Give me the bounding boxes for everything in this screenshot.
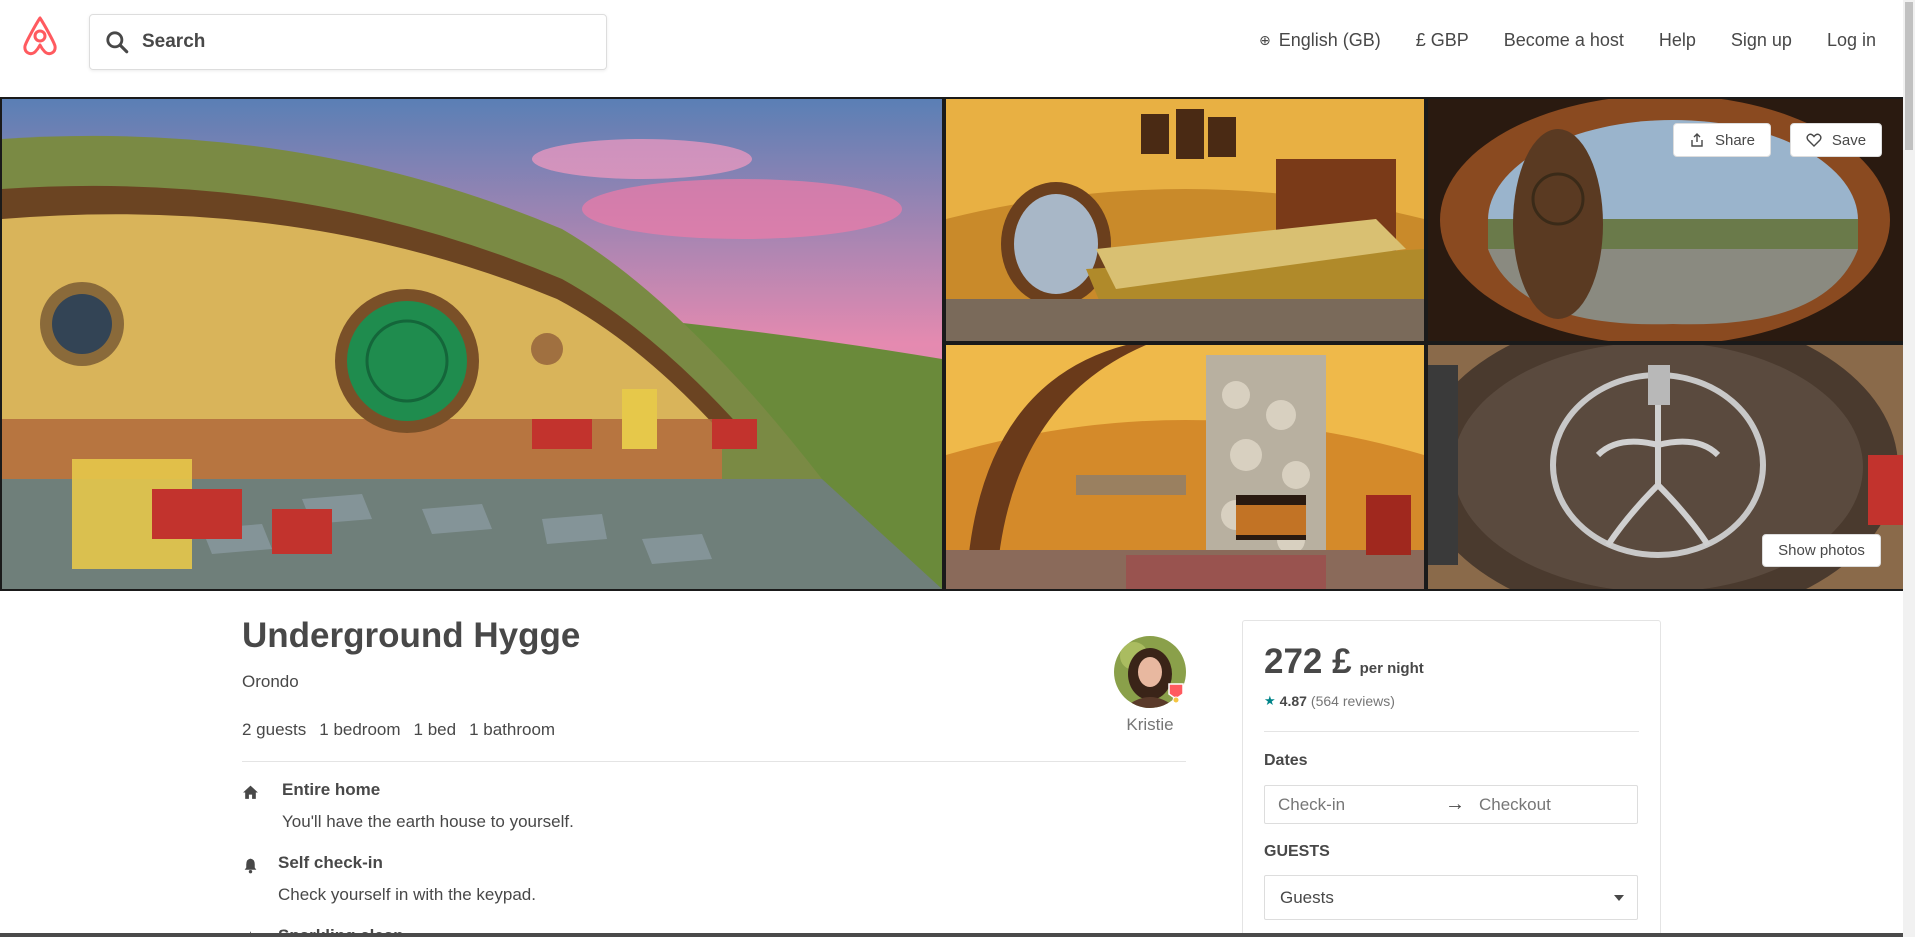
superhost-badge-icon [1165, 681, 1187, 704]
review-count: (564 reviews) [1310, 693, 1395, 709]
feature-description: You'll have the earth house to yourself. [282, 812, 574, 831]
login-link[interactable]: Log in [1827, 30, 1876, 51]
bedroom-photo[interactable] [946, 99, 1424, 341]
search-input[interactable] [142, 31, 582, 53]
price-amount: 272 £ [1264, 642, 1352, 681]
bell-icon [244, 858, 257, 874]
search-icon [106, 31, 129, 54]
guests-label: GUESTS [1264, 843, 1330, 860]
search-bar[interactable] [89, 14, 607, 70]
caret-down-icon [1614, 894, 1624, 901]
save-label: Save [1831, 131, 1867, 149]
window-bottom-edge [0, 933, 1903, 937]
checkout-input[interactable]: Checkout [1475, 795, 1551, 815]
stat-guests: 2 guests [242, 720, 307, 739]
language-label: English (GB) [1278, 30, 1381, 50]
show-photos-button[interactable]: Show photos [1762, 534, 1881, 567]
airbnb-logo-icon[interactable] [20, 16, 60, 56]
become-host-link[interactable]: Become a host [1504, 30, 1624, 51]
header: ⊕ English (GB) £ GBP Become a host Help … [0, 0, 1903, 97]
feature-description: Check yourself in with the keypad. [278, 885, 536, 904]
signup-link[interactable]: Sign up [1731, 30, 1792, 51]
listing-location[interactable]: Orondo [242, 672, 299, 692]
star-icon: ★ [1264, 693, 1276, 708]
dates-label: Dates [1264, 752, 1308, 769]
currency-selector[interactable]: £ GBP [1416, 30, 1469, 51]
share-label: Share [1714, 131, 1756, 149]
host-name[interactable]: Kristie [1110, 715, 1190, 735]
guests-select[interactable]: Guests [1264, 875, 1638, 920]
scrollbar-thumb[interactable] [1905, 2, 1913, 150]
photo-gallery [0, 97, 1903, 591]
heart-icon [1806, 133, 1822, 147]
guests-value: Guests [1280, 887, 1334, 907]
save-button[interactable]: Save [1790, 123, 1882, 157]
share-button[interactable]: Share [1673, 123, 1771, 157]
share-icon [1691, 133, 1703, 147]
stat-bedrooms: 1 bedroom [319, 720, 401, 739]
booking-divider [1264, 731, 1639, 732]
price-block: 272 £ per night [1264, 642, 1424, 682]
feature-title: Entire home [282, 780, 381, 799]
page-scrollbar[interactable] [1903, 0, 1915, 937]
help-link[interactable]: Help [1659, 30, 1696, 51]
rating-score: 4.87 [1279, 693, 1307, 709]
language-selector[interactable]: ⊕ English (GB) [1259, 30, 1381, 51]
stat-beds: 1 bed [413, 720, 457, 739]
section-divider [242, 761, 1186, 762]
listing-title: Underground Hygge [242, 616, 581, 655]
stat-bathrooms: 1 bathroom [469, 720, 556, 739]
booking-card: 272 £ per night ★ 4.87 (564 reviews) Dat… [1242, 620, 1661, 937]
home-icon [243, 785, 258, 799]
listing-stats: 2 guests 1 bedroom 1 bed 1 bathroom [242, 720, 555, 740]
checkin-input[interactable]: Check-in [1265, 795, 1435, 815]
main-photo[interactable] [2, 99, 942, 589]
feature-title: Self check-in [278, 853, 383, 872]
globe-icon: ⊕ [1258, 32, 1271, 48]
top-nav: ⊕ English (GB) £ GBP Become a host Help … [1224, 30, 1876, 51]
rating[interactable]: ★ 4.87 (564 reviews) [1264, 693, 1395, 709]
price-per-night: per night [1359, 660, 1424, 677]
arrow-right-icon: → [1445, 793, 1465, 815]
living-room-photo[interactable] [946, 345, 1424, 589]
date-range-picker[interactable]: Check-in → Checkout [1264, 785, 1638, 824]
